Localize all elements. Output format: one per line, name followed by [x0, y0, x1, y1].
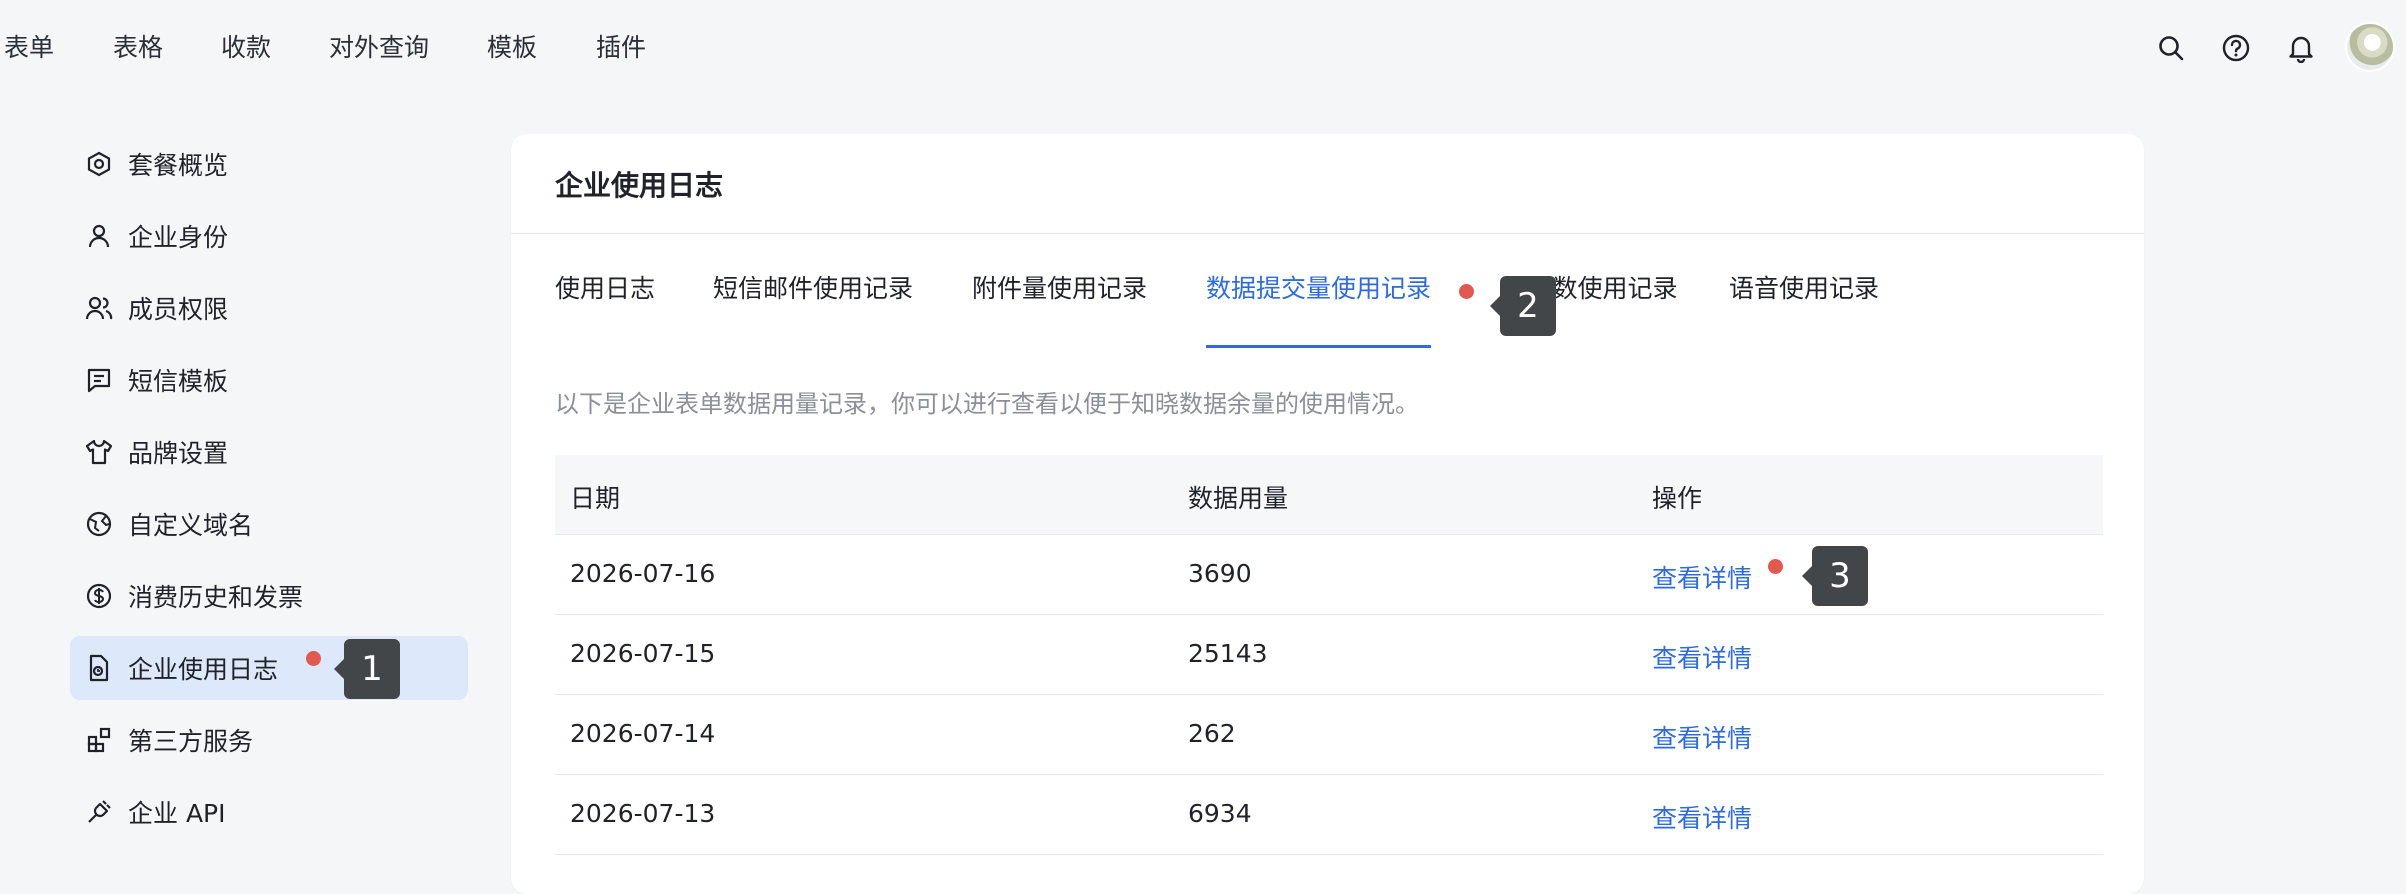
usage-log-card: 企业使用日志 使用日志 短信邮件使用记录 附件量使用记录 数据提交量使用记录 A…	[511, 134, 2144, 894]
sidebar-item-label: 第三方服务	[128, 727, 254, 756]
sidebar-item-member-permissions[interactable]: 成员权限	[70, 276, 468, 340]
nav-tab-payments[interactable]: 收款	[221, 28, 271, 64]
column-header-date: 日期	[570, 484, 621, 513]
tab-usage-log[interactable]: 使用日志	[555, 264, 655, 324]
cell-usage: 3690	[1188, 559, 1252, 588]
tab-attachment[interactable]: 附件量使用记录	[972, 264, 1147, 324]
users-icon	[84, 293, 114, 323]
package-icon	[84, 149, 114, 179]
table-row: 2026-07-15 25143 查看详情	[555, 615, 2103, 695]
usage-table: 日期 数据用量 操作 2026-07-16 3690 查看详情 3 2026-0…	[555, 455, 2103, 855]
sidebar-item-enterprise-api[interactable]: 企业 API	[70, 780, 468, 844]
nav-tab-public-query[interactable]: 对外查询	[329, 28, 429, 64]
log-tabs: 使用日志 短信邮件使用记录 附件量使用记录 数据提交量使用记录 AI点数使用记录…	[555, 264, 2103, 482]
sidebar-item-label: 品牌设置	[128, 439, 229, 468]
annotation-marker-1: 1	[334, 639, 400, 699]
cell-date: 2026-07-14	[570, 719, 716, 748]
user-avatar[interactable]	[2345, 22, 2395, 72]
sidebar-item-label: 自定义域名	[128, 511, 254, 540]
cell-date: 2026-07-13	[570, 799, 716, 828]
nav-tab-sheets[interactable]: 表格	[113, 28, 163, 64]
page-title: 企业使用日志	[555, 169, 724, 202]
view-details-link[interactable]: 查看详情	[1652, 719, 1752, 755]
view-details-link[interactable]: 查看详情	[1652, 799, 1752, 835]
plug-icon	[84, 797, 114, 827]
sidebar-item-label: 成员权限	[128, 295, 229, 324]
cell-usage: 262	[1188, 719, 1236, 748]
table-row: 2026-07-14 262 查看详情	[555, 695, 2103, 775]
cell-date: 2026-07-16	[570, 559, 716, 588]
marker-dot	[306, 651, 321, 666]
annotation-marker-2: 2	[1490, 276, 1556, 336]
sidebar-item-sms-templates[interactable]: 短信模板	[70, 348, 468, 412]
sidebar-item-label: 消费历史和发票	[128, 583, 304, 612]
view-details-link[interactable]: 查看详情	[1652, 639, 1752, 675]
table-header: 日期 数据用量 操作	[555, 455, 2103, 535]
divider	[511, 233, 2144, 234]
tab-voice[interactable]: 语音使用记录	[1729, 264, 1879, 324]
cell-usage: 25143	[1188, 639, 1268, 668]
sidebar-item-billing-history[interactable]: 消费历史和发票	[70, 564, 468, 628]
sidebar-item-package-overview[interactable]: 套餐概览	[70, 132, 468, 196]
column-header-usage: 数据用量	[1188, 484, 1289, 513]
apps-icon	[84, 725, 114, 755]
search-icon[interactable]	[2151, 28, 2191, 68]
sidebar: 套餐概览 企业身份 成员权限 短信模板 品牌设置 自定义域名 消费历史和发票 企…	[0, 96, 480, 860]
help-icon[interactable]	[2216, 28, 2256, 68]
sidebar-item-label: 企业身份	[128, 223, 229, 252]
cell-date: 2026-07-15	[570, 639, 716, 668]
log-icon	[84, 653, 114, 683]
dollar-icon	[84, 581, 114, 611]
top-navigation: 表单 表格 收款 对外查询 模板 插件	[0, 0, 2406, 96]
table-row: 2026-07-13 6934 查看详情	[555, 775, 2103, 855]
cell-usage: 6934	[1188, 799, 1252, 828]
nav-tab-forms[interactable]: 表单	[4, 28, 54, 64]
marker-dot	[1768, 559, 1783, 574]
sidebar-item-usage-log[interactable]: 企业使用日志	[70, 636, 468, 700]
nav-tab-templates[interactable]: 模板	[487, 28, 537, 64]
annotation-marker-3: 3	[1802, 546, 1868, 606]
shirt-icon	[84, 437, 114, 467]
sidebar-item-third-party[interactable]: 第三方服务	[70, 708, 468, 772]
sidebar-item-label: 企业使用日志	[128, 655, 279, 684]
table-row: 2026-07-16 3690 查看详情 3	[555, 535, 2103, 615]
bell-icon[interactable]	[2281, 28, 2321, 68]
tab-sms-email[interactable]: 短信邮件使用记录	[713, 264, 913, 324]
tab-data-submission[interactable]: 数据提交量使用记录	[1206, 264, 1432, 348]
marker-dot	[1459, 284, 1474, 299]
sidebar-item-brand-settings[interactable]: 品牌设置	[70, 420, 468, 484]
description-text: 以下是企业表单数据用量记录，你可以进行查看以便于知晓数据余量的使用情况。	[555, 390, 1419, 418]
sidebar-item-custom-domain[interactable]: 自定义域名	[70, 492, 468, 556]
user-icon	[84, 221, 114, 251]
column-header-action: 操作	[1652, 484, 1703, 513]
view-details-link[interactable]: 查看详情	[1652, 559, 1752, 595]
nav-tab-plugins[interactable]: 插件	[596, 28, 646, 64]
globe-icon	[84, 509, 114, 539]
sidebar-item-label: 企业 API	[128, 799, 226, 828]
sidebar-item-enterprise-identity[interactable]: 企业身份	[70, 204, 468, 268]
sidebar-item-label: 短信模板	[128, 367, 229, 396]
message-icon	[84, 365, 114, 395]
sidebar-item-label: 套餐概览	[128, 151, 229, 180]
